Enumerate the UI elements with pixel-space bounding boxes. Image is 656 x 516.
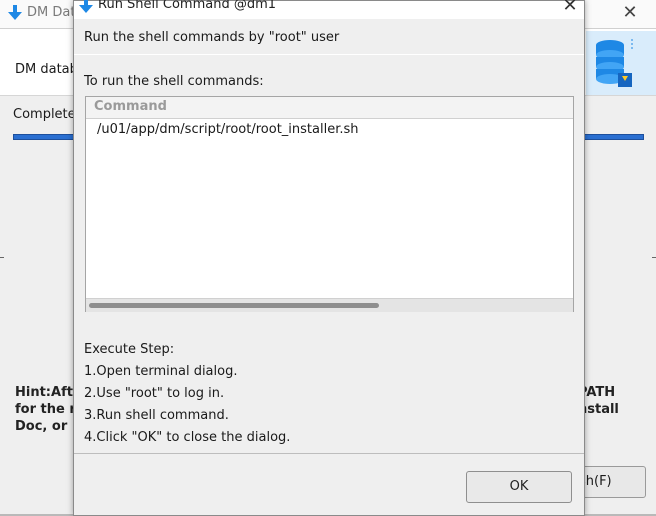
divider-left <box>0 257 4 258</box>
command-table: Command /u01/app/dm/script/root/root_ins… <box>85 96 574 312</box>
instructions-label: To run the shell commands: <box>84 74 264 89</box>
database-logo-icon <box>586 31 656 95</box>
step-2: 2.Use "root" to log in. <box>84 386 225 401</box>
table-header: Command <box>86 97 573 119</box>
dialog-title: Run Shell Command @dm1 <box>98 0 277 12</box>
ok-button[interactable]: OK <box>466 471 572 503</box>
steps-title: Execute Step: <box>84 342 175 357</box>
horizontal-scrollbar[interactable] <box>86 298 573 312</box>
dialog-subtitle: Run the shell commands by "root" user <box>84 30 340 45</box>
installer-hint: Hint:Aft for the r Doc, or <box>15 384 76 435</box>
hint-line-2: for the r <box>15 402 76 417</box>
step-4: 4.Click "OK" to close the dialog. <box>84 430 291 445</box>
command-cell[interactable]: /u01/app/dm/script/root/root_installer.s… <box>97 122 359 137</box>
download-arrow-icon <box>8 5 22 20</box>
hint-line-3: Doc, or <box>15 419 68 434</box>
installer-title: DM Dat <box>27 5 76 20</box>
table-row[interactable]: /u01/app/dm/script/root/root_installer.s… <box>86 119 573 141</box>
dialog-close-button[interactable]: ✕ <box>560 0 580 16</box>
installer-header-title: DM datab <box>15 62 78 77</box>
step-1: 1.Open terminal dialog. <box>84 364 238 379</box>
column-header-command[interactable]: Command <box>94 99 167 114</box>
installer-close-button[interactable]: ✕ <box>620 3 640 23</box>
hint-line-1: Hint:Aft <box>15 385 73 400</box>
step-3: 3.Run shell command. <box>84 408 229 423</box>
divider-right <box>652 257 656 258</box>
dialog-titlebar: Run Shell Command @dm1 ✕ <box>74 0 584 19</box>
installer-status: Complete <box>13 107 76 122</box>
scrollbar-thumb[interactable] <box>89 303 379 308</box>
dialog-divider <box>74 54 584 55</box>
download-arrow-icon <box>79 0 93 13</box>
run-shell-command-dialog: Run Shell Command @dm1 ✕ Run the shell c… <box>73 0 585 516</box>
dialog-footer-divider <box>74 453 584 454</box>
execute-steps: Execute Step: 1.Open terminal dialog. 2.… <box>84 339 290 449</box>
